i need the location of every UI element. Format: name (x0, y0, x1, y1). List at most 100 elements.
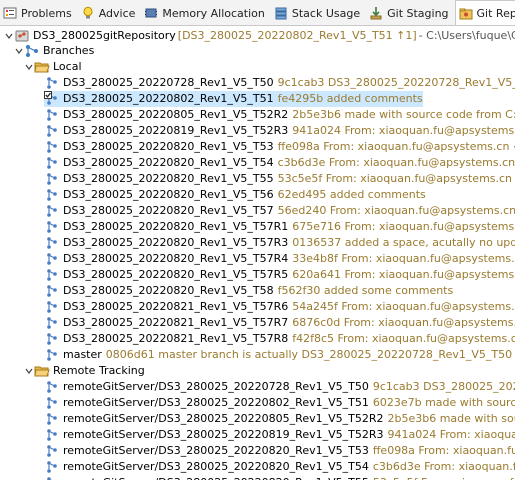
branch-icon (44, 315, 60, 331)
local-branch-item[interactable]: master 0806d61 master branch is actually … (44, 347, 512, 363)
tab-advice-label: Advice (98, 6, 136, 20)
collapse-chevron-icon[interactable] (4, 28, 14, 44)
tab-git-staging-label: Git Staging (387, 6, 449, 20)
local-label: Local (53, 60, 82, 73)
branch-commit-description: 0806d61 master branch is actually DS3_28… (105, 348, 513, 361)
remote-branch-icon (44, 475, 60, 480)
collapse-chevron-icon[interactable] (14, 43, 24, 59)
branches-icon (24, 43, 40, 59)
local-branch-item[interactable]: DS3_280025_20220802_Rev1_V5_T51 fe4295b a… (44, 91, 423, 107)
local-branch-item[interactable]: DS3_280025_20220821_Rev1_V5_T57R6 54a245f… (44, 299, 515, 315)
branch-name: DS3_280025_20220820_Rev1_V5_T57R3 (63, 236, 289, 249)
collapse-chevron-icon[interactable] (24, 59, 34, 75)
branch-name: remoteGitServer/DS3_280025_20220805_Rev1… (63, 412, 384, 425)
advice-icon (81, 6, 95, 20)
remote-tracking-label: Remote Tracking (53, 364, 145, 377)
repository-node[interactable]: DS3_280025gitRepository [DS3_280025_2022… (4, 28, 515, 44)
branch-name: DS3_280025_20220821_Rev1_V5_T57R6 (63, 300, 289, 313)
local-branch-item[interactable]: DS3_280025_20220820_Rev1_V5_T55 53c5e5f F… (44, 171, 515, 187)
remote-branch-item[interactable]: remoteGitServer/DS3_280025_20220820_Rev1… (44, 475, 515, 480)
tab-git-repositories[interactable]: Git Repositories (454, 0, 515, 25)
local-branch-item[interactable]: DS3_280025_20220820_Rev1_V5_T54 c3b6d3e F… (44, 155, 515, 171)
branch-icon (44, 283, 60, 299)
local-branch-item[interactable]: DS3_280025_20220728_Rev1_V5_T50 9c1cab3 D… (44, 75, 515, 91)
local-branch-item[interactable]: DS3_280025_20220820_Rev1_V5_T57R3 0136537… (44, 235, 515, 251)
tab-advice[interactable]: Advice (78, 0, 142, 25)
branch-name: DS3_280025_20220820_Rev1_V5_T57R5 (63, 268, 289, 281)
branch-name: remoteGitServer/DS3_280025_20220820_Rev1… (63, 460, 369, 473)
open-folder-icon (34, 363, 50, 379)
local-branch-item[interactable]: DS3_280025_20220820_Rev1_V5_T53 ffe098a F… (44, 139, 515, 155)
branch-icon (44, 187, 60, 203)
remote-branch-item[interactable]: remoteGitServer/DS3_280025_20220819_Rev1… (44, 427, 515, 443)
remote-branch-item[interactable]: remoteGitServer/DS3_280025_20220820_Rev1… (44, 443, 515, 459)
branch-icon (44, 267, 60, 283)
branch-commit-description: 9c1cab3 DS3_280025_20220728_Rev1_V5_T5 (372, 380, 515, 393)
git-repositories-icon (459, 7, 473, 21)
branch-commit-description: 675e716 From: xiaoquan.fu@apsystems.cn <… (292, 220, 515, 233)
tab-memory-allocation[interactable]: Memory Allocation (141, 0, 270, 25)
branch-name: remoteGitServer/DS3_280025_20220819_Rev1… (63, 428, 384, 441)
git-repository-icon (14, 28, 30, 44)
branch-icon (44, 331, 60, 347)
local-branch-item[interactable]: DS3_280025_20220821_Rev1_V5_T57R8 f42f8c5… (44, 331, 515, 347)
branches-node[interactable]: Branches (14, 43, 94, 59)
local-branch-item[interactable]: DS3_280025_20220820_Rev1_V5_T58 f562f30 a… (44, 283, 453, 299)
repository-name: DS3_280025gitRepository (33, 29, 176, 42)
branch-commit-description: fe4295b added comments (277, 92, 423, 105)
branch-name: remoteGitServer/DS3_280025_20220728_Rev1… (63, 380, 369, 393)
branch-commit-description: 56ed240 From: xiaoquan.fu@apsystems.cn <… (277, 204, 515, 217)
local-branch-item[interactable]: DS3_280025_20220820_Rev1_V5_T56 62ed495 a… (44, 187, 426, 203)
tab-stack-usage[interactable]: Stack Usage (271, 0, 366, 25)
remote-branch-item[interactable]: remoteGitServer/DS3_280025_20220820_Rev1… (44, 459, 515, 475)
local-branch-item[interactable]: DS3_280025_20220819_Rev1_V5_T52R3 941a024… (44, 123, 515, 139)
branches-label: Branches (43, 44, 95, 57)
branch-commit-description: 620a641 From: xiaoquan.fu@apsystems.cn <… (292, 268, 515, 281)
branch-name: DS3_280025_20220820_Rev1_V5_T54 (63, 156, 274, 169)
branch-name: remoteGitServer/DS3_280025_20220820_Rev1… (63, 475, 369, 480)
branch-icon (44, 299, 60, 315)
memory-allocation-icon (144, 6, 158, 20)
branch-commit-description: 6023e7b made with source code from C:\U (372, 396, 515, 409)
branch-icon (44, 171, 60, 187)
branch-name: DS3_280025_20220820_Rev1_V5_T57 (63, 204, 274, 217)
branch-icon (44, 107, 60, 123)
repository-tree: DS3_280025gitRepository [DS3_280025_2022… (0, 27, 515, 480)
branch-commit-description: c3b6d3e From: xiaoquan.fu@apsystems.cn (372, 460, 515, 473)
local-branch-item[interactable]: DS3_280025_20220820_Rev1_V5_T57R5 620a641… (44, 267, 515, 283)
branch-name: DS3_280025_20220821_Rev1_V5_T57R8 (63, 332, 289, 345)
remote-branch-item[interactable]: remoteGitServer/DS3_280025_20220802_Rev1… (44, 395, 515, 411)
collapse-chevron-icon[interactable] (24, 363, 34, 379)
tab-problems[interactable]: Problems (0, 0, 78, 25)
tab-problems-label: Problems (21, 6, 72, 20)
tab-git-staging[interactable]: Git Staging (366, 0, 454, 25)
branch-icon (44, 251, 60, 267)
tab-memory-allocation-label: Memory Allocation (162, 6, 265, 20)
branch-commit-description: 53c5e5f From: xiaoquan.fu@apsystems.cn (373, 475, 515, 480)
repository-path: - C:\Users\fuque\CCS_git\DS3_280025 (418, 29, 515, 42)
remote-tracking-node[interactable]: Remote Tracking (24, 363, 145, 379)
branch-commit-description: 54a245f From: xiaoquan.fu@apsystems.cn <… (292, 300, 515, 313)
branch-name: DS3_280025_20220821_Rev1_V5_T57R7 (63, 316, 289, 329)
local-branch-item[interactable]: DS3_280025_20220820_Rev1_V5_T57R4 33e4b8f… (44, 251, 515, 267)
branch-commit-description: 6876c0d From: xiaoquan.fu@apsystems.cn <… (292, 316, 515, 329)
branch-commit-description: ffe098a From: xiaoquan.fu@apsystems.cn <… (277, 140, 515, 153)
branch-commit-description: 0136537 added a space, acutally no updat… (292, 236, 515, 249)
local-branch-item[interactable]: DS3_280025_20220821_Rev1_V5_T57R7 6876c0d… (44, 315, 515, 331)
open-folder-icon (34, 59, 50, 75)
branch-commit-description: 9c1cab3 DS3_280025_20220728_Rev1_V5_T50 … (277, 76, 515, 89)
remote-branch-item[interactable]: remoteGitServer/DS3_280025_20220805_Rev1… (44, 411, 515, 427)
branch-commit-description: f42f8c5 From: xiaoquan.fu@apsystems.cn <… (292, 332, 515, 345)
local-branch-item[interactable]: DS3_280025_20220805_Rev1_V5_T52R2 2b5e3b6… (44, 107, 515, 123)
tab-stack-usage-label: Stack Usage (291, 6, 361, 20)
local-branch-item[interactable]: DS3_280025_20220820_Rev1_V5_T57R1 675e716… (44, 219, 515, 235)
remote-branch-icon (44, 443, 60, 459)
view-tab-bar: Problems Advice Memory Allocation Stack … (0, 0, 515, 26)
branch-icon (44, 139, 60, 155)
branch-name: DS3_280025_20220820_Rev1_V5_T53 (63, 140, 274, 153)
local-branch-item[interactable]: DS3_280025_20220820_Rev1_V5_T57 56ed240 F… (44, 203, 515, 219)
git-staging-icon (369, 6, 383, 20)
local-node[interactable]: Local (24, 59, 82, 75)
branch-name: DS3_280025_20220820_Rev1_V5_T57R4 (63, 252, 289, 265)
remote-branch-item[interactable]: remoteGitServer/DS3_280025_20220728_Rev1… (44, 379, 515, 395)
